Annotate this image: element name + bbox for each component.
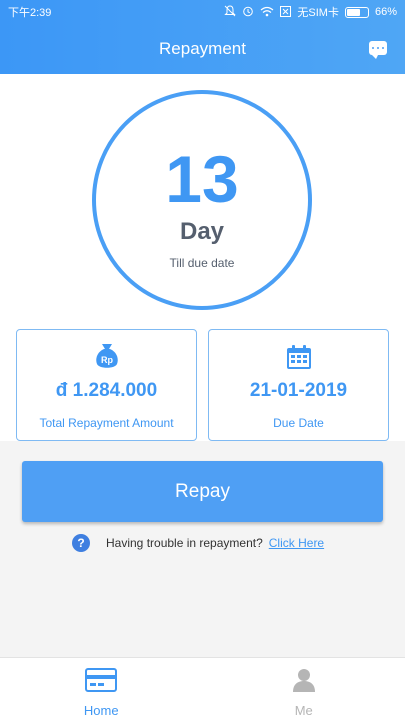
days-remaining-number: 13 xyxy=(165,142,239,216)
no-sim-icon xyxy=(280,5,292,19)
repay-button[interactable]: Repay xyxy=(22,461,383,522)
mute-icon xyxy=(224,5,237,19)
wifi-icon xyxy=(260,6,274,19)
calendar-icon xyxy=(286,342,312,370)
countdown-caption: Till due date xyxy=(169,256,235,270)
total-amount-card: Rp đ 1.284.000 Total Repayment Amount xyxy=(16,329,197,441)
sim-status-text: 无SIM卡 xyxy=(297,7,339,19)
question-icon: ? xyxy=(72,534,90,552)
countdown-circle: 13 Day Till due date xyxy=(92,90,312,310)
click-here-link[interactable]: Click Here xyxy=(269,536,324,550)
help-row: ? Having trouble in repayment? Click Her… xyxy=(72,533,324,553)
nav-label-me: Me xyxy=(294,703,313,718)
due-date-card: 21-01-2019 Due Date xyxy=(208,329,389,441)
nav-label-home: Home xyxy=(83,703,119,718)
page-title: Repayment xyxy=(159,39,246,58)
due-date-value: 21-01-2019 xyxy=(249,380,348,401)
total-amount-value: đ 1.284.000 xyxy=(55,380,158,401)
message-icon[interactable] xyxy=(369,41,387,59)
status-time: 下午2:39 xyxy=(8,7,52,19)
nav-item-home[interactable]: Home xyxy=(0,658,203,720)
nav-item-me[interactable]: Me xyxy=(203,658,405,720)
status-bar: 下午2:39 无SIM卡 66% xyxy=(0,0,405,24)
alarm-icon xyxy=(242,5,254,19)
user-icon xyxy=(292,668,316,697)
battery-percent: 66% xyxy=(374,6,397,18)
svg-text:Rp: Rp xyxy=(101,355,113,365)
due-date-label: Due Date xyxy=(273,416,324,430)
card-icon xyxy=(85,668,118,697)
days-unit: Day xyxy=(179,218,225,245)
app-header: Repayment xyxy=(0,24,405,74)
money-bag-icon: Rp xyxy=(94,342,120,370)
status-indicators: 无SIM卡 66% xyxy=(224,4,397,20)
total-amount-label: Total Repayment Amount xyxy=(39,416,174,430)
help-text: Having trouble in repayment? xyxy=(106,536,263,550)
bottom-nav: Home Me xyxy=(0,657,405,720)
battery-icon xyxy=(344,6,369,18)
